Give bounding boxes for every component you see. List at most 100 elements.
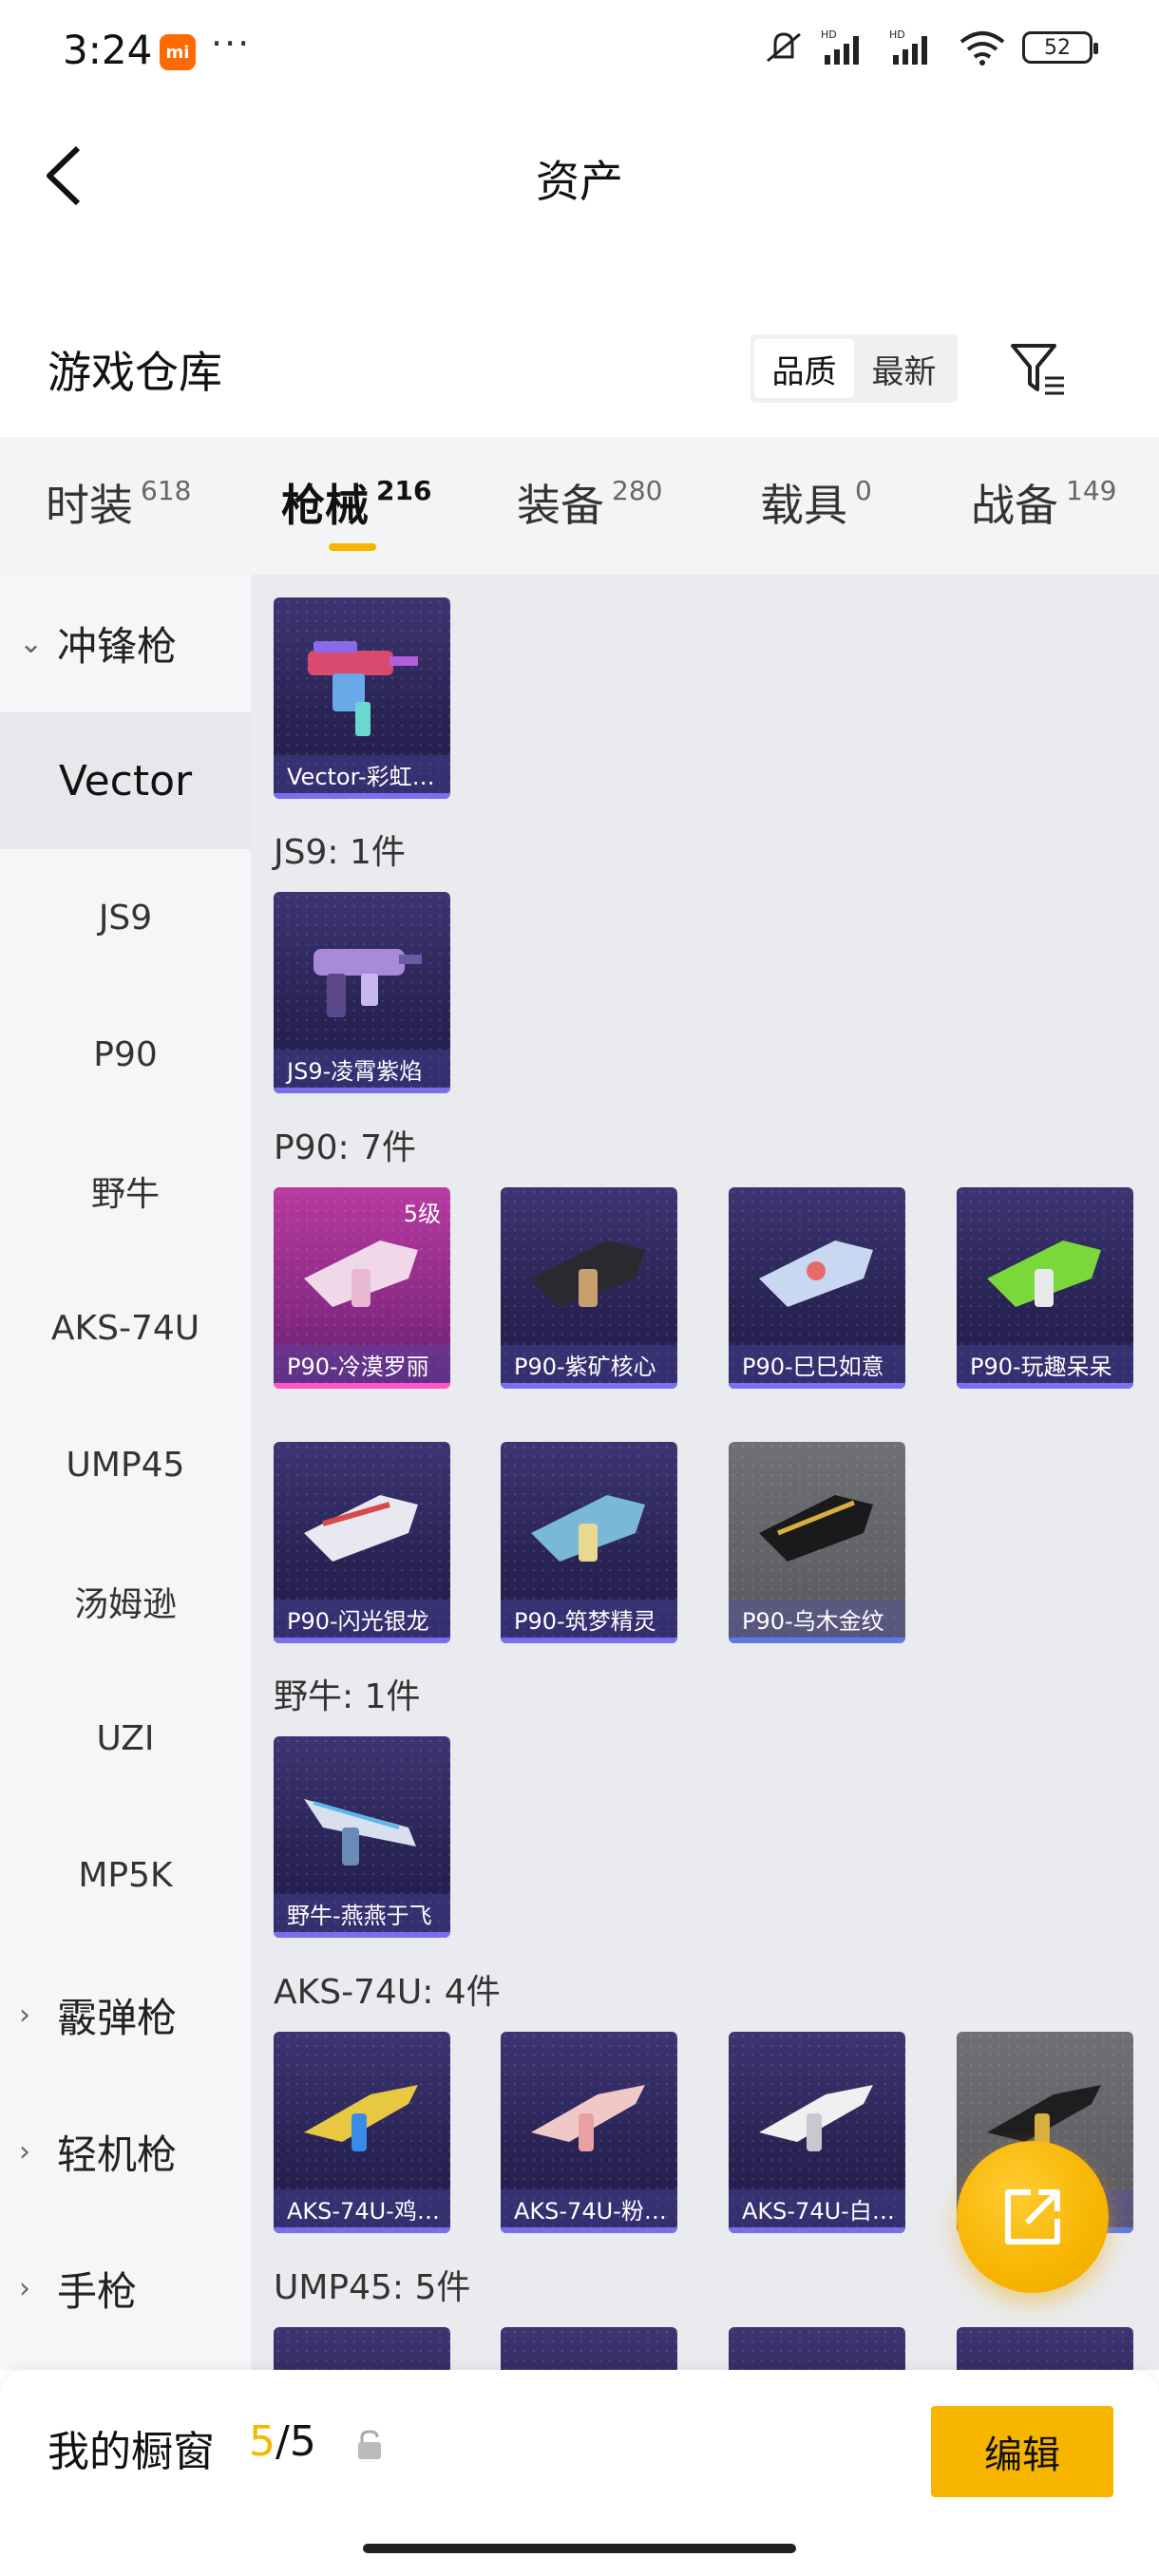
weapon-card[interactable]: JS9-凌霄紫焰 xyxy=(274,892,450,1093)
sidebar-group-label: 冲锋枪 xyxy=(57,622,178,670)
chevron-down-icon: ⌄ xyxy=(19,626,44,660)
sidebar-item-uzi[interactable]: UZI xyxy=(0,1670,251,1807)
tab-equipment[interactable]: 装备 280 xyxy=(517,471,662,534)
weapon-card[interactable] xyxy=(501,2327,677,2370)
weapon-name: AKS-74U-粉… xyxy=(501,2189,677,2227)
sidebar-group-label: 手枪 xyxy=(57,2267,138,2315)
sort-toggle: 品质 最新 xyxy=(750,334,958,403)
tab-label: 战备 xyxy=(971,480,1058,531)
sidebar-item-thompson[interactable]: 汤姆逊 xyxy=(0,1533,251,1670)
sidebar-item-bison[interactable]: 野牛 xyxy=(0,1123,251,1260)
aks74u-yellow-icon xyxy=(304,2085,418,2151)
tab-firearms[interactable]: 枪械 216 xyxy=(281,471,431,534)
weapon-name: P90-闪光银龙 xyxy=(274,1600,450,1638)
tab-vehicles[interactable]: 载具 0 xyxy=(760,471,872,534)
weapon-grid: Vector-彩虹… JS9: 1件 JS9-凌霄紫焰 P90: 7件 5级 P… xyxy=(251,575,1159,2370)
weapon-card[interactable] xyxy=(729,2327,905,2370)
status-time: 3:24 xyxy=(63,27,153,73)
sidebar-item-vector[interactable]: Vector xyxy=(0,712,251,849)
sort-newest-button[interactable]: 最新 xyxy=(854,339,954,398)
rarity-bar xyxy=(957,1383,1133,1389)
weapon-name: AKS-74U-白… xyxy=(729,2189,905,2227)
battery-icon: 52 xyxy=(1022,31,1098,64)
rarity-bar xyxy=(274,1088,450,1093)
rarity-bar xyxy=(501,2227,677,2233)
showcase-label: 我的橱窗 xyxy=(48,2428,215,2476)
p90-pink-icon xyxy=(304,1241,418,1307)
rarity-bar xyxy=(274,2227,450,2233)
weapon-card[interactable]: P90-紫矿核心 xyxy=(501,1187,677,1389)
sidebar-group-smg[interactable]: ⌄ 冲锋枪 xyxy=(0,596,251,691)
rarity-bar xyxy=(501,1638,677,1643)
sidebar-group-label: 霰弹枪 xyxy=(57,1994,178,2041)
group-header-p90: P90: 7件 xyxy=(274,1128,416,1167)
filter-icon xyxy=(1011,344,1064,395)
showcase-separator: / xyxy=(276,2417,290,2466)
weapon-card[interactable]: P90-巳巳如意 xyxy=(729,1187,905,1389)
weapon-name: P90-乌木金纹 xyxy=(729,1600,905,1638)
category-tabs: 时装 618 枪械 216 装备 280 载具 0 战备 149 xyxy=(0,437,1159,575)
weapon-card[interactable] xyxy=(957,2327,1133,2370)
weapon-card[interactable]: P90-玩趣呆呆 xyxy=(957,1187,1133,1389)
weapon-name: P90-玩趣呆呆 xyxy=(957,1345,1133,1383)
weapon-sidebar: ⌄ 冲锋枪 Vector JS9 P90 野牛 AKS-74U UMP45 汤姆… xyxy=(0,575,251,2370)
weapon-card[interactable]: P90-乌木金纹 xyxy=(729,1442,905,1643)
signal-hd-icon: HD xyxy=(821,28,859,65)
sort-quality-button[interactable]: 品质 xyxy=(754,339,854,398)
weapon-card[interactable] xyxy=(274,2327,450,2370)
weapon-card[interactable]: AKS-74U-鸡… xyxy=(274,2032,450,2233)
rarity-bar xyxy=(274,1383,450,1389)
tab-count: 216 xyxy=(376,475,432,506)
section-title: 游戏仓库 xyxy=(48,347,222,398)
p90-black-icon xyxy=(531,1241,645,1307)
sidebar-group-shotgun[interactable]: › 霰弹枪 xyxy=(0,1967,251,2062)
tab-fashion[interactable]: 时装 618 xyxy=(46,471,191,534)
chevron-right-icon: › xyxy=(19,1998,30,2032)
rarity-bar xyxy=(274,793,450,799)
page-title: 资产 xyxy=(536,156,623,207)
showcase-total: 5 xyxy=(289,2417,316,2466)
tab-count: 618 xyxy=(141,475,192,506)
sidebar-item-mp5k[interactable]: MP5K xyxy=(0,1807,251,1943)
mute-icon xyxy=(767,32,801,63)
rarity-bar xyxy=(729,2227,905,2233)
rarity-bar xyxy=(729,1638,905,1643)
warehouse-header: 游戏仓库 品质 最新 xyxy=(0,323,1159,427)
share-button[interactable] xyxy=(957,2141,1109,2293)
rarity-bar xyxy=(274,1932,450,1938)
sidebar-item-ump45[interactable]: UMP45 xyxy=(0,1396,251,1533)
weapon-card[interactable]: Vector-彩虹… xyxy=(274,597,450,799)
weapon-card[interactable]: 5级 P90-冷漠罗丽 xyxy=(274,1187,450,1389)
weapon-name: Vector-彩虹… xyxy=(274,755,450,793)
filter-button[interactable] xyxy=(1007,338,1070,401)
tab-label: 载具 xyxy=(760,480,847,531)
sidebar-item-aks74u[interactable]: AKS-74U xyxy=(0,1260,251,1396)
weapon-card[interactable]: P90-闪光银龙 xyxy=(274,1442,450,1643)
edit-button[interactable]: 编辑 xyxy=(931,2406,1113,2497)
sidebar-group-lmg[interactable]: › 轻机枪 xyxy=(0,2104,251,2199)
p90-dream-icon xyxy=(531,1495,645,1562)
home-indicator[interactable] xyxy=(363,2544,796,2553)
weapon-card[interactable]: AKS-74U-白… xyxy=(729,2032,905,2233)
sidebar-item-p90[interactable]: P90 xyxy=(0,986,251,1123)
weapon-card[interactable]: P90-筑梦精灵 xyxy=(501,1442,677,1643)
chevron-right-icon: › xyxy=(19,2134,30,2169)
weapon-card[interactable]: 野牛-燕燕于飞 xyxy=(274,1736,450,1938)
showcase-current: 5 xyxy=(249,2417,276,2466)
active-tab-indicator xyxy=(329,543,376,551)
rarity-bar xyxy=(501,1383,677,1389)
chevron-right-icon: › xyxy=(19,2271,30,2305)
sidebar-item-js9[interactable]: JS9 xyxy=(0,849,251,986)
sidebar-group-pistol[interactable]: › 手枪 xyxy=(0,2241,251,2336)
weapon-name: 野牛-燕燕于飞 xyxy=(274,1894,450,1932)
bison-icon xyxy=(304,1799,416,1866)
weapon-name: P90-巳巳如意 xyxy=(729,1345,905,1383)
more-notifications-icon: ··· xyxy=(211,23,252,65)
tab-tactical[interactable]: 战备 149 xyxy=(971,471,1116,534)
share-external-icon xyxy=(1005,2189,1060,2245)
p90-floral-icon xyxy=(759,1241,873,1307)
weapon-card[interactable]: AKS-74U-粉… xyxy=(501,2032,677,2233)
weapon-name: JS9-凌霄紫焰 xyxy=(274,1050,450,1088)
js9-purple-icon xyxy=(314,949,422,1017)
aks74u-white-icon xyxy=(759,2085,873,2151)
